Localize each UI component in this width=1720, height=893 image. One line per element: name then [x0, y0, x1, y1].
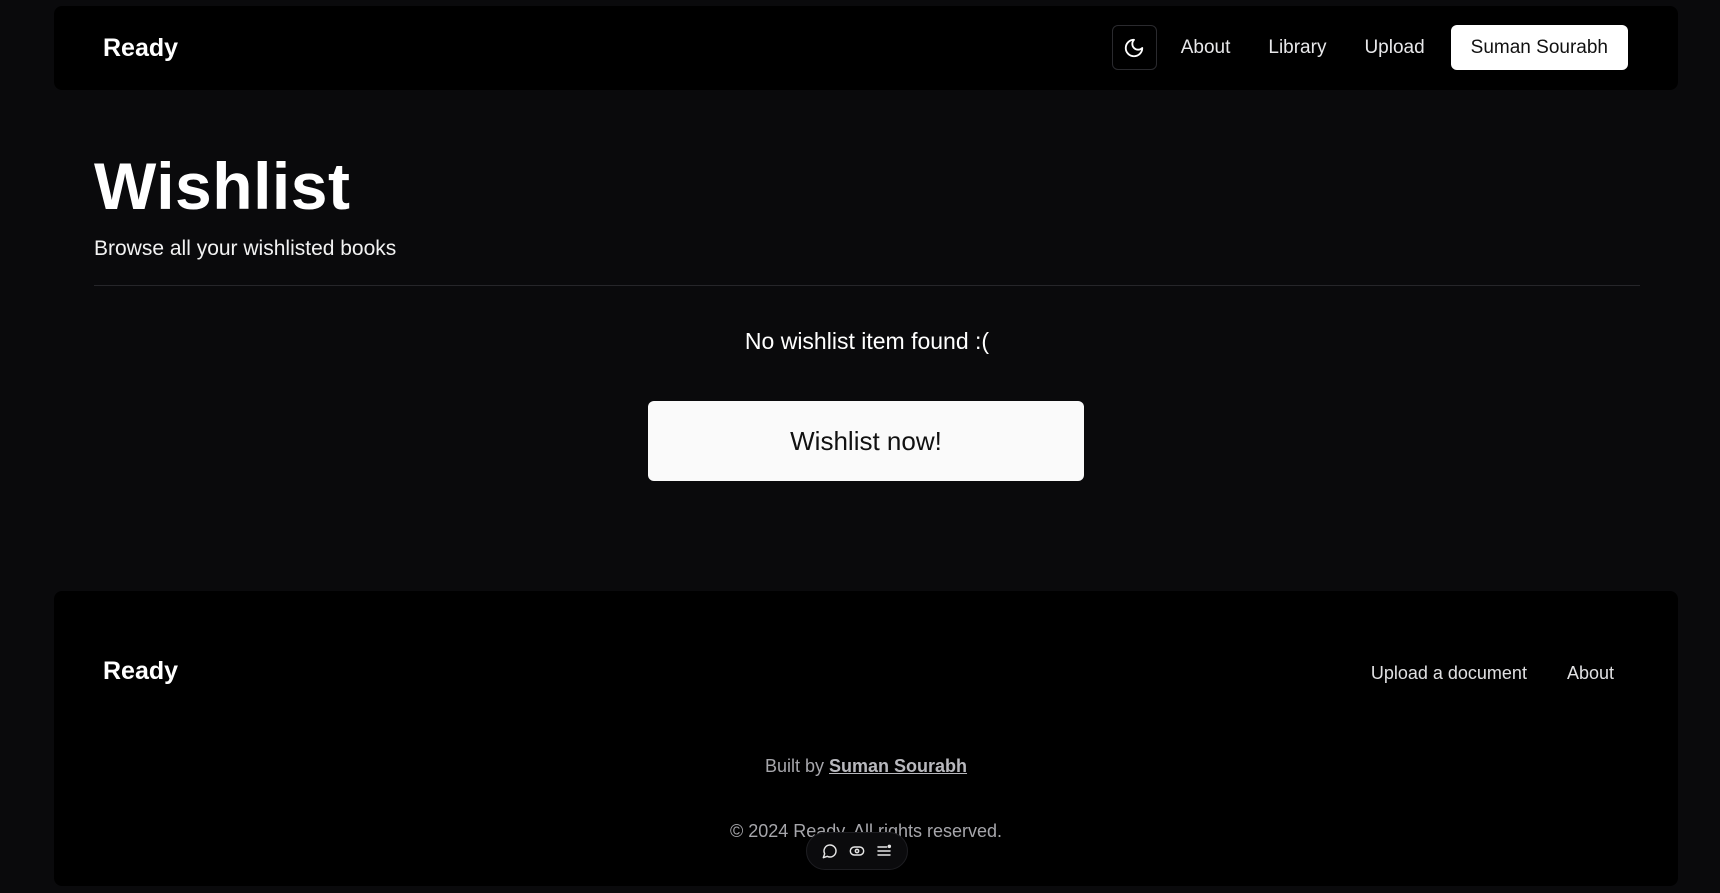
nav-link-upload[interactable]: Upload [1364, 37, 1424, 59]
page-title: Wishlist [94, 149, 351, 223]
footer-link-upload-document[interactable]: Upload a document [1371, 663, 1527, 684]
built-by-credit: Built by Suman Sourabh [54, 756, 1678, 777]
moon-icon [1125, 38, 1144, 57]
nav-menu: About Library Upload Suman Sourabh [1111, 25, 1628, 70]
footer-link-about[interactable]: About [1567, 663, 1614, 684]
divider [94, 285, 1640, 286]
author-link[interactable]: Suman Sourabh [829, 756, 967, 776]
nav-link-about[interactable]: About [1181, 37, 1231, 59]
user-account-button[interactable]: Suman Sourabh [1450, 25, 1628, 70]
theme-toggle-button[interactable] [1111, 25, 1157, 70]
brand-logo[interactable]: Ready [103, 6, 178, 90]
wishlist-now-button[interactable]: Wishlist now! [648, 401, 1084, 481]
navbar: Ready About Library Upload Suman Sourabh [54, 6, 1678, 90]
comment-icon[interactable] [820, 841, 840, 861]
nav-link-library[interactable]: Library [1268, 37, 1326, 59]
toggle-icon[interactable] [847, 841, 867, 861]
empty-state-message: No wishlist item found :( [744, 328, 990, 354]
footer-links: Upload a document About [1331, 663, 1614, 684]
page-subtitle: Browse all your wishlisted books [94, 237, 397, 260]
built-by-prefix: Built by [764, 756, 824, 776]
list-icon[interactable] [874, 841, 894, 861]
floating-toolbar [806, 832, 908, 870]
footer-brand-logo[interactable]: Ready [103, 657, 178, 686]
